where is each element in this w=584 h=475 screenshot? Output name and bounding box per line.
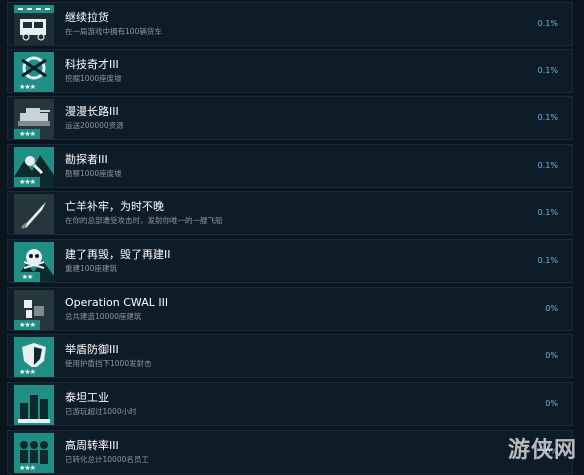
- achievement-title: 亡羊补牢，为时不晚: [65, 200, 164, 213]
- achievement-title: 举盾防御III: [65, 343, 119, 356]
- achievement-row[interactable]: ★★ 建了再毁，毁了再建II 重建100座建筑 0.1%: [7, 239, 573, 283]
- achievement-title: 泰坦工业: [65, 391, 109, 404]
- achievement-description: 在你的总部遭受攻击时，发射你唯一的一艘飞船: [65, 216, 223, 225]
- titan-industry-icon: [14, 385, 54, 425]
- achievement-description: 勘察1000座废墟: [65, 169, 122, 178]
- workers-icon: ★★★: [14, 433, 54, 473]
- achievement-description: 运送200000资源: [65, 121, 124, 130]
- star-rating: ★★★: [14, 82, 40, 92]
- achievement-title: Operation CWAL III: [65, 296, 169, 309]
- achievement-row[interactable]: ★★★ 勘探者III 勘察1000座废墟 0.1%: [7, 144, 573, 188]
- achievement-description: 使用护盾挡下1000发射击: [65, 359, 152, 368]
- tank-icon: ★★★: [14, 99, 54, 139]
- achievement-description: 重建100座建筑: [65, 264, 117, 273]
- achievement-description: 在一局游戏中拥有100辆货车: [65, 27, 162, 36]
- skull-icon: ★★: [14, 242, 54, 282]
- shield-icon: ★★★: [14, 337, 54, 377]
- achievement-row[interactable]: ★★★ 高周转率III 已转化总计10000名员工 0%: [7, 430, 573, 474]
- achievement-row[interactable]: 亡羊补牢，为时不晚 在你的总部遭受攻击时，发射你唯一的一艘飞船 0.1%: [7, 191, 573, 235]
- achievement-title: 继续拉货: [65, 11, 109, 24]
- star-rating: ★★★: [14, 320, 40, 330]
- achievement-description: 总共建造10000座建筑: [65, 312, 142, 321]
- achievement-row[interactable]: 泰坦工业 已游玩超过1000小时 0%: [7, 382, 573, 426]
- star-rating: ★★★: [14, 129, 40, 139]
- achievement-title: 漫漫长路III: [65, 105, 119, 118]
- star-rating: ★★: [14, 272, 40, 282]
- achievement-title: 科技奇才III: [65, 58, 119, 71]
- prospector-icon: ★★★: [14, 147, 54, 187]
- achievement-percent: 0.1%: [537, 66, 558, 75]
- watermark-logo: 游侠网: [508, 437, 578, 463]
- achievement-percent: 0.1%: [537, 256, 558, 265]
- achievement-percent: 0%: [545, 399, 558, 408]
- achievement-description: 已游玩超过1000小时: [65, 407, 137, 416]
- achievement-row[interactable]: 继续拉货 在一局游戏中拥有100辆货车 0.1%: [7, 2, 573, 46]
- achievement-title: 勘探者III: [65, 153, 108, 166]
- achievement-percent: 0.1%: [537, 161, 558, 170]
- achievement-row[interactable]: ★★★ Operation CWAL III 总共建造10000座建筑 0%: [7, 287, 573, 331]
- achievement-percent: 0.1%: [537, 208, 558, 217]
- star-rating: ★★★: [14, 463, 40, 473]
- achievement-row[interactable]: ★★★ 科技奇才III 挖掘1000座废墟 0.1%: [7, 49, 573, 93]
- achievement-row[interactable]: ★★★ 举盾防御III 使用护盾挡下1000发射击 0%: [7, 334, 573, 378]
- achievement-percent: 0.1%: [537, 113, 558, 122]
- achievement-percent: 0.1%: [537, 19, 558, 28]
- achievement-percent: 0%: [545, 351, 558, 360]
- star-rating: ★★★: [14, 367, 40, 377]
- achievement-title: 高周转率III: [65, 439, 119, 452]
- achievement-description: 挖掘1000座废墟: [65, 74, 122, 83]
- rocket-icon: [14, 194, 54, 234]
- achievement-title: 建了再毁，毁了再建II: [65, 248, 171, 261]
- truck-icon: [14, 5, 54, 45]
- achievement-percent: 0%: [545, 304, 558, 313]
- achievement-row[interactable]: ★★★ 漫漫长路III 运送200000资源 0.1%: [7, 96, 573, 140]
- achievement-description: 已转化总计10000名员工: [65, 455, 149, 464]
- construction-icon: ★★★: [14, 290, 54, 330]
- tech-genius-icon: ★★★: [14, 52, 54, 92]
- star-rating: ★★★: [14, 177, 40, 187]
